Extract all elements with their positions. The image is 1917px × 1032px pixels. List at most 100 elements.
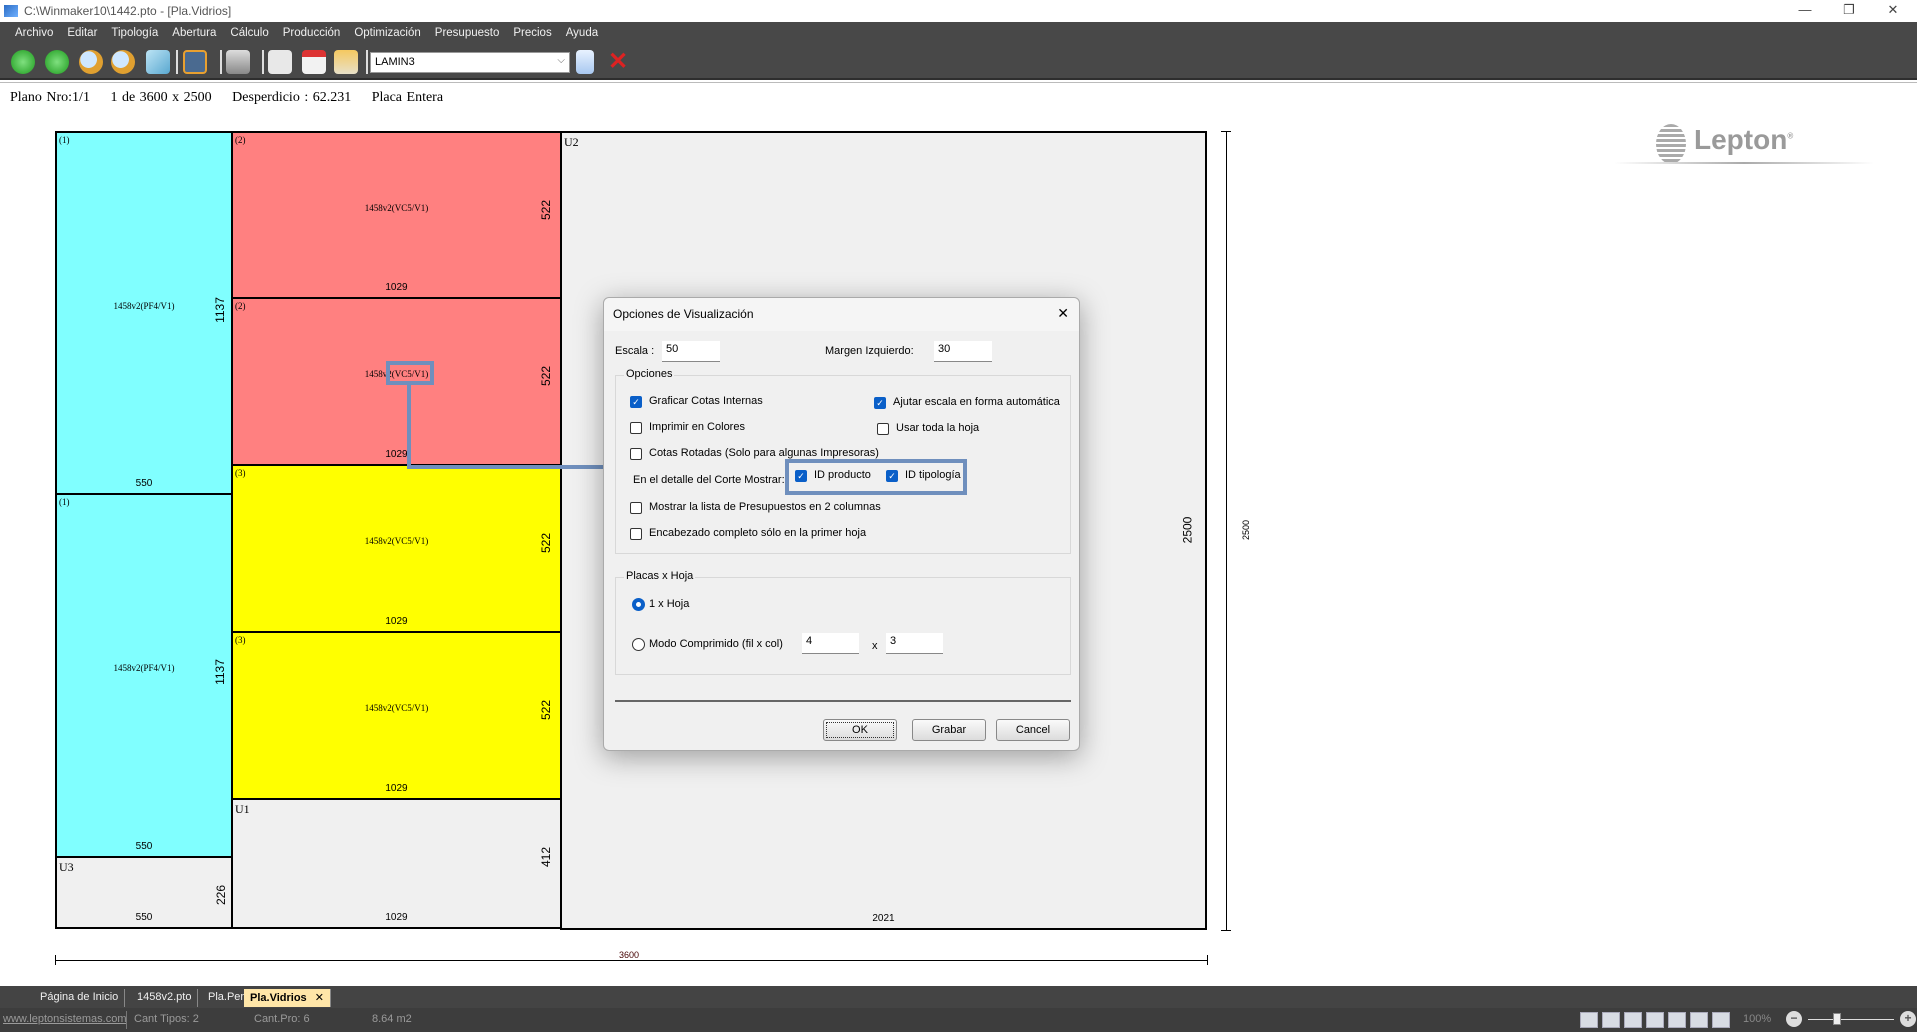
id-tipologia-checkbox[interactable]: ✓ xyxy=(886,470,898,482)
x-separator: x xyxy=(872,640,878,652)
opciones-group-title: Opciones xyxy=(624,368,675,380)
view-page-icon[interactable] xyxy=(1602,1012,1620,1028)
columnas-input[interactable]: 3 xyxy=(886,633,943,654)
back-icon[interactable] xyxy=(11,50,35,74)
menu-ayuda[interactable]: Ayuda xyxy=(566,27,598,39)
dialog-title-bar: Opciones de Visualización ✕ xyxy=(604,298,1079,331)
piece-label: 1458v2(PF4/V1) xyxy=(113,301,175,311)
lepton-logo: Lepton® xyxy=(1614,122,1874,166)
waste-width: 550 xyxy=(135,912,153,923)
glass-piece[interactable]: (3) 1458v2(VC5/V1) 522 1029 xyxy=(231,631,562,800)
zoom-slider-thumb[interactable] xyxy=(1833,1013,1841,1025)
cancel-button[interactable]: Cancel xyxy=(996,719,1070,741)
radio-1-hoja[interactable] xyxy=(632,598,645,611)
view-zoom-icon[interactable] xyxy=(1624,1012,1642,1028)
menu-calculo[interactable]: Cálculo xyxy=(230,27,268,39)
radio-1-hoja-label: 1 x Hoja xyxy=(649,598,690,610)
piece-width: 1029 xyxy=(385,282,408,293)
menu-produccion[interactable]: Producción xyxy=(283,27,341,39)
website-link[interactable]: www.leptonsistemas.com xyxy=(3,1013,127,1025)
cancel-x-icon[interactable]: ✕ xyxy=(606,50,630,74)
waste-height: 2500 xyxy=(1180,516,1195,544)
menu-optimizacion[interactable]: Optimización xyxy=(354,27,420,39)
menu-precios[interactable]: Precios xyxy=(513,27,551,39)
width-dimension-label: 3600 xyxy=(619,950,640,960)
glass-piece[interactable]: (1) 1458v2(PF4/V1) 1137 550 xyxy=(55,493,233,858)
close-window-button[interactable]: ✕ xyxy=(1878,2,1908,18)
waste-piece[interactable]: U1 412 1029 xyxy=(231,798,562,929)
maximize-button[interactable]: ❐ xyxy=(1834,2,1864,18)
radio-modo-comprimido[interactable] xyxy=(632,638,645,651)
glass-piece[interactable]: (3) 1458v2(VC5/V1) 522 1029 xyxy=(231,464,562,633)
ok-button[interactable]: OK xyxy=(823,719,897,741)
waste-name: U1 xyxy=(235,802,250,816)
refresh-icon[interactable] xyxy=(576,50,594,74)
zoom-out-icon[interactable] xyxy=(111,50,135,74)
close-icon[interactable]: ✕ xyxy=(1057,305,1069,322)
preview-icon[interactable] xyxy=(183,50,207,74)
piece-width: 550 xyxy=(135,841,153,852)
piece-width: 1029 xyxy=(385,449,408,460)
placas-group-title: Placas x Hoja xyxy=(624,570,696,582)
dialog-title: Opciones de Visualización xyxy=(613,307,754,321)
print-icon[interactable] xyxy=(226,50,250,74)
title-bar: C:\Winmaker10\1442.pto - [Pla.Vidrios] —… xyxy=(0,0,1917,22)
display-options-dialog: Opciones de Visualización ✕ Escala : 50 … xyxy=(603,297,1080,751)
tab-pla-vidrios-label: Pla.Vidrios xyxy=(250,992,307,1004)
usar-toda-hoja-checkbox[interactable] xyxy=(877,423,889,435)
forward-icon[interactable] xyxy=(45,50,69,74)
menu-archivo[interactable]: Archivo xyxy=(15,27,53,39)
waste-percent: Desperdicio : 62.231 xyxy=(232,90,352,105)
margen-input[interactable]: 30 xyxy=(934,341,992,362)
grabar-button[interactable]: Grabar xyxy=(912,719,986,741)
pdf-icon[interactable] xyxy=(302,50,326,74)
waste-name: U3 xyxy=(59,860,74,874)
view-normal-icon[interactable] xyxy=(1580,1012,1598,1028)
zoom-in-button[interactable]: + xyxy=(1900,1011,1916,1027)
material-select[interactable]: LAMIN3 ⌵ xyxy=(370,52,570,73)
escala-input[interactable]: 50 xyxy=(662,341,720,362)
toolbar: ✕ xyxy=(0,44,1917,80)
zoom-level: 100% xyxy=(1743,1013,1772,1025)
tab-pla-vidrios[interactable]: Pla.Vidrios ✕ xyxy=(244,989,331,1007)
margen-label: Margen Izquierdo: xyxy=(825,345,914,357)
close-tab-icon[interactable]: ✕ xyxy=(315,992,324,1004)
view-fit-icon[interactable] xyxy=(1712,1012,1730,1028)
zoom-slider[interactable] xyxy=(1808,1019,1894,1020)
chevron-down-icon[interactable]: ⌵ xyxy=(557,55,565,66)
menu-presupuesto[interactable]: Presupuesto xyxy=(435,27,500,39)
piece-width: 550 xyxy=(135,478,153,489)
id-producto-checkbox[interactable]: ✓ xyxy=(795,470,807,482)
waste-piece[interactable]: U3 226 550 xyxy=(55,856,233,929)
menu-editar[interactable]: Editar xyxy=(67,27,97,39)
sheet-type: Placa Entera xyxy=(371,90,444,105)
piece-height: 1137 xyxy=(213,659,228,685)
menu-abertura[interactable]: Abertura xyxy=(172,27,216,39)
menu-tipologia[interactable]: Tipología xyxy=(111,27,158,39)
document-icon[interactable] xyxy=(268,50,292,74)
tab-pagina-inicio[interactable]: Página de Inicio xyxy=(34,989,126,1007)
piece-height: 1137 xyxy=(213,297,228,323)
imprimir-colores-checkbox[interactable] xyxy=(630,422,642,434)
view-layout-icon[interactable] xyxy=(1646,1012,1664,1028)
width-dimension-line xyxy=(55,960,1208,961)
minimize-button[interactable]: — xyxy=(1790,2,1820,17)
encabezado-checkbox[interactable] xyxy=(630,528,642,540)
view-table-icon[interactable] xyxy=(1690,1012,1708,1028)
piece-height: 522 xyxy=(538,199,553,221)
zoom-out-button[interactable]: − xyxy=(1786,1011,1802,1027)
email-icon[interactable] xyxy=(334,50,358,74)
tab-1458v2[interactable]: 1458v2.pto xyxy=(131,989,199,1007)
filas-input[interactable]: 4 xyxy=(802,633,859,654)
glass-piece[interactable]: (2) 1458v2(VC5/V1) 522 1029 xyxy=(231,131,562,299)
glass-piece[interactable]: (1) 1458v2(PF4/V1) 1137 550 xyxy=(55,131,233,495)
edit-icon[interactable] xyxy=(146,50,170,74)
zoom-in-icon[interactable] xyxy=(79,50,103,74)
ajustar-escala-checkbox[interactable]: ✓ xyxy=(874,397,886,409)
waste-name: U2 xyxy=(564,135,579,149)
lista-2-columnas-checkbox[interactable] xyxy=(630,502,642,514)
cotas-rotadas-checkbox[interactable] xyxy=(630,448,642,460)
graficar-cotas-checkbox[interactable]: ✓ xyxy=(630,396,642,408)
view-grid-icon[interactable] xyxy=(1668,1012,1686,1028)
modo-comprimido-label: Modo Comprimido (fil x col) xyxy=(649,638,783,650)
